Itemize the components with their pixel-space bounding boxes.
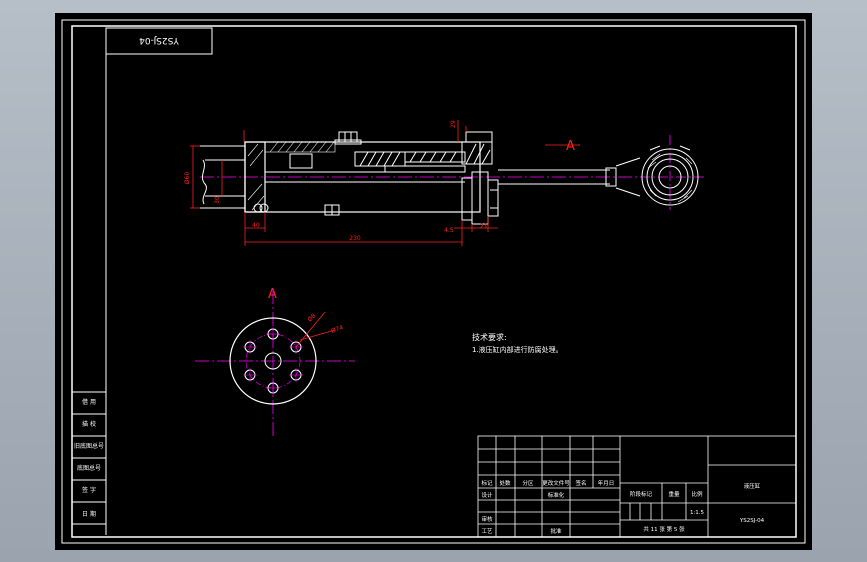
rotated-code-text: YS2SJ-04: [139, 35, 180, 45]
lbl-standardize: 标准化: [548, 491, 565, 499]
side-row-3: 底图总号: [77, 464, 101, 472]
hdr-signature: 签名: [575, 479, 586, 487]
dim-left-offset: 40: [252, 222, 260, 229]
sheet-background: [55, 13, 812, 550]
side-row-0: 借 用: [82, 398, 96, 406]
side-row-5: 日 期: [82, 510, 96, 518]
view-label: A: [268, 287, 277, 302]
hdr-mark: 标记: [481, 479, 493, 487]
side-row-1: 描 校: [82, 420, 96, 428]
dim-right-b: 21: [480, 223, 488, 230]
tech-req-item: 1.液压缸内部进行防腐处理。: [472, 345, 563, 354]
dim-diameter-left: Ø60: [184, 172, 191, 185]
lbl-approve: 批准: [550, 527, 562, 535]
cad-drawing: YS2SJ-04 借 用 描 校 旧底图总号 底图总号 签 字 日 期 Ø60 …: [55, 13, 812, 550]
val-part-name: 液压缸: [744, 482, 761, 490]
section-label: A: [566, 139, 575, 154]
dim-right-a: 4.5: [444, 227, 454, 234]
hdr-zone: 分区: [522, 479, 534, 487]
val-drawing-code: YS2SJ-04: [739, 518, 765, 524]
lbl-review: 审核: [481, 515, 493, 523]
dim-diameter-small: 30: [214, 196, 221, 204]
lbl-design: 设计: [481, 491, 493, 499]
lbl-stage-mark: 阶段标记: [630, 490, 653, 498]
lbl-process: 工艺: [481, 528, 493, 535]
lbl-weight: 重量: [668, 490, 680, 498]
dim-top-small: 29: [450, 120, 457, 128]
hdr-count: 处数: [499, 479, 511, 487]
val-sheets: 共 11 张 第 5 张: [643, 525, 685, 533]
tech-req-title: 技术要求:: [472, 332, 507, 342]
val-scale: 1:1.5: [690, 510, 705, 516]
dim-overall-length: 230: [349, 235, 361, 242]
hdr-change-doc: 更改文件号: [542, 479, 570, 487]
hdr-date: 年月日: [598, 479, 615, 487]
side-row-2: 旧底图总号: [74, 442, 104, 450]
lbl-scale: 比例: [691, 490, 703, 498]
side-row-4: 签 字: [82, 486, 96, 494]
